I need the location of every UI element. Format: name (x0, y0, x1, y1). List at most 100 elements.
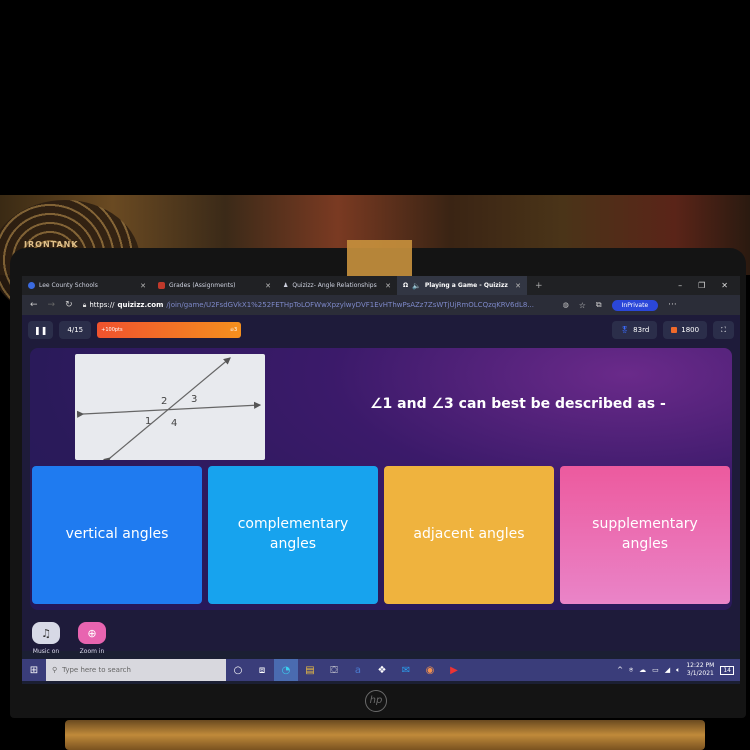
audio-playing-icon[interactable]: 🔈 (412, 282, 421, 290)
close-window-button[interactable]: ✕ (721, 281, 728, 290)
answer-adjacent-angles[interactable]: adjacent angles (384, 466, 554, 604)
edge-icon[interactable]: ◔ (274, 659, 298, 681)
task-view-icon[interactable]: ⧈ (250, 659, 274, 681)
zoom-in-toggle[interactable]: ⊕ Zoom in (78, 622, 106, 655)
favicon-icon (158, 282, 165, 289)
answer-vertical-angles[interactable]: vertical angles (32, 466, 202, 604)
forward-icon[interactable]: → (48, 300, 56, 310)
angle-figure: 1 2 3 4 (75, 354, 265, 465)
pause-button[interactable]: ❚❚ (28, 321, 54, 339)
date: 3/1/2021 (686, 670, 714, 677)
music-note-icon[interactable]: ♫ (32, 622, 60, 644)
battery-icon[interactable]: ▭ (652, 666, 659, 674)
question-counter: 4/15 (59, 321, 92, 339)
system-tray: ^ ⍟ ☁ ▭ ◢ 🔈︎ 12:22 PM 3/1/2021 14 (617, 662, 740, 678)
fullscreen-icon: ⛶ (721, 325, 726, 334)
tab-close-icon[interactable]: ✕ (265, 282, 271, 290)
file-explorer-icon[interactable]: ▤ (298, 659, 322, 681)
favorites-icon[interactable]: ☆ (579, 301, 586, 310)
inprivate-badge[interactable]: InPrivate (611, 299, 659, 311)
angle-label-3: 3 (191, 394, 197, 405)
game-tools: ♫ Music on ⊕ Zoom in (32, 622, 106, 655)
more-menu-icon[interactable]: ··· (668, 300, 677, 310)
clock[interactable]: 12:22 PM 3/1/2021 (686, 662, 714, 678)
app-icon[interactable]: ◉ (418, 659, 442, 681)
angle-diagram: 1 2 3 4 (76, 357, 262, 465)
amazon-icon[interactable]: a (346, 659, 370, 681)
question-text: ∠1 and ∠3 can best be described as - (370, 396, 666, 412)
url-domain: quizizz.com (117, 301, 164, 309)
tab-lee-county-schools[interactable]: Lee County Schools ✕ (22, 276, 152, 295)
rank-badge: 🎖︎ 83rd (612, 321, 658, 339)
answer-complementary-angles[interactable]: complementary angles (208, 466, 378, 604)
search-placeholder: Type here to search (62, 666, 131, 674)
zoom-label: Zoom in (79, 648, 105, 655)
photo-background: IRONTANK hp Lee County Schools ✕ Grades … (0, 0, 750, 750)
window-controls: – ❐ ✕ (678, 281, 740, 290)
laptop-screen: Lee County Schools ✕ Grades (Assignments… (22, 276, 740, 684)
mail-icon[interactable]: ✉ (394, 659, 418, 681)
windows-start-icon[interactable]: ⊞ (22, 659, 46, 681)
lock-icon: 🔒︎ (82, 300, 87, 309)
tracking-prevention-icon[interactable]: ◍ (563, 301, 569, 309)
tab-grades[interactable]: Grades (Assignments) ✕ (152, 276, 277, 295)
question-panel: 1 2 3 4 ∠1 and ∠3 can best be described … (30, 348, 732, 610)
person-favicon-icon: ♟ (283, 282, 289, 289)
answer-supplementary-angles[interactable]: supplementary angles (560, 466, 730, 604)
tab-close-icon[interactable]: ✕ (515, 282, 521, 290)
cortana-icon[interactable]: ○ (226, 659, 250, 681)
show-hidden-icons[interactable]: ^ (617, 666, 623, 674)
angle-label-4: 4 (171, 418, 177, 429)
rank-value: 83rd (633, 326, 650, 334)
tab-label: Playing a Game - Quizizz (424, 282, 508, 289)
zoom-in-icon[interactable]: ⊕ (78, 622, 106, 644)
collections-icon[interactable]: ⧉ (596, 300, 602, 310)
angle-label-2: 2 (161, 396, 167, 407)
volume-icon[interactable]: 🔈︎ (676, 666, 680, 675)
taskbar-search[interactable]: ⚲ Type here to search (46, 659, 226, 681)
game-stats: 🎖︎ 83rd 1800 ⛶ (612, 321, 734, 339)
tab-label: Quizizz- Angle Relationships (292, 282, 377, 289)
maximize-button[interactable]: ❐ (698, 281, 705, 290)
url-field[interactable]: 🔒︎ https:// quizizz.com /join/game/U2Fsd… (83, 301, 553, 310)
medal-icon: 🎖︎ (620, 326, 630, 334)
notifications-icon[interactable]: 14 (720, 665, 734, 675)
search-icon: ⚲ (52, 666, 58, 674)
tab-label: Grades (Assignments) (169, 282, 236, 289)
answer-options: vertical angles complementary angles adj… (32, 466, 730, 604)
streak-count: 🔥︎3 (230, 327, 238, 333)
dropbox-icon[interactable]: ❖ (370, 659, 394, 681)
meet-now-icon[interactable]: ⍟ (629, 666, 633, 675)
music-label: Music on (32, 648, 60, 655)
score-value: 1800 (681, 326, 700, 334)
tab-playing-a-game[interactable]: Ω 🔈 Playing a Game - Quizizz ✕ (397, 276, 527, 295)
hp-logo: hp (365, 690, 387, 712)
fullscreen-button[interactable]: ⛶ (713, 321, 734, 339)
url-scheme: https:// (89, 301, 115, 309)
browser-tab-bar: Lee County Schools ✕ Grades (Assignments… (22, 276, 740, 295)
back-icon[interactable]: ← (30, 300, 38, 310)
tab-quizizz-angle-relationships[interactable]: ♟ Quizizz- Angle Relationships ✕ (277, 276, 397, 295)
laptop-hinge (65, 720, 705, 750)
minimize-button[interactable]: – (678, 281, 682, 290)
wifi-icon[interactable]: ◢ (665, 666, 670, 674)
windows-taskbar: ⊞ ⚲ Type here to search ○ ⧈ ◔ ▤ ⛋ a ❖ ✉ … (22, 659, 740, 681)
streak-bar: +100pts 🔥︎3 (97, 322, 242, 338)
tab-close-icon[interactable]: ✕ (140, 282, 146, 290)
refresh-icon[interactable]: ↻ (65, 300, 73, 310)
quizizz-favicon-icon: Ω (403, 282, 409, 289)
webcam-tape (347, 240, 412, 276)
quizizz-game: ❚❚ 4/15 +100pts 🔥︎3 🎖︎ 83rd 1800 ⛶ 1 2 3… (22, 315, 740, 655)
tab-label: Lee County Schools (39, 282, 98, 289)
tab-close-icon[interactable]: ✕ (385, 282, 391, 290)
pause-icon: ❚❚ (34, 325, 48, 335)
youtube-icon[interactable]: ▶ (442, 659, 466, 681)
time: 12:22 PM (686, 662, 715, 670)
onedrive-icon[interactable]: ☁ (639, 666, 646, 674)
game-top-bar: ❚❚ 4/15 +100pts 🔥︎3 🎖︎ 83rd 1800 ⛶ (22, 315, 740, 345)
streak-points: +100pts (101, 327, 123, 333)
store-icon[interactable]: ⛋ (322, 659, 346, 681)
new-tab-button[interactable]: + (527, 281, 543, 291)
music-toggle[interactable]: ♫ Music on (32, 622, 60, 655)
favicon-icon (28, 282, 35, 289)
